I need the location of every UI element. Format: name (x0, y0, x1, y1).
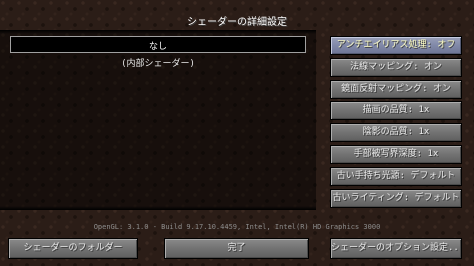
render-quality-button[interactable]: 描画の品質: 1x (330, 101, 462, 120)
shader-name: なし (148, 42, 167, 52)
old-lighting-button[interactable]: 古いライティング: デフォルト (330, 189, 462, 208)
list-top-shade (0, 30, 316, 34)
old-hand-light-button[interactable]: 古い手持ち光源: デフォルト (330, 167, 462, 186)
done-button[interactable]: 完了 (164, 238, 309, 259)
shader-subtitle: (内部シェーダー) (121, 59, 195, 69)
specular-map-button[interactable]: 鏡面反射マッピング: オン (330, 80, 462, 99)
shader-folder-button[interactable]: シェーダーのフォルダー (8, 238, 138, 259)
normal-map-button[interactable]: 法線マッピング: オン (330, 58, 462, 77)
opengl-info: OpenGL: 3.1.0 - Build 9.17.10.4459, Inte… (93, 223, 381, 231)
shader-options-button[interactable]: シェーダーのオプション設定... (330, 238, 462, 259)
shader-list-item-selected[interactable]: なし (10, 36, 306, 53)
screen-title: シェーダーの詳細設定 (187, 17, 287, 28)
hand-depth-of-field-button[interactable]: 手部被写界深度: 1x (330, 145, 462, 164)
shadow-quality-button[interactable]: 陰影の品質: 1x (330, 123, 462, 142)
antialiasing-button[interactable]: アンチエイリアス処理: オフ (330, 36, 462, 55)
list-bottom-shade (0, 206, 316, 210)
